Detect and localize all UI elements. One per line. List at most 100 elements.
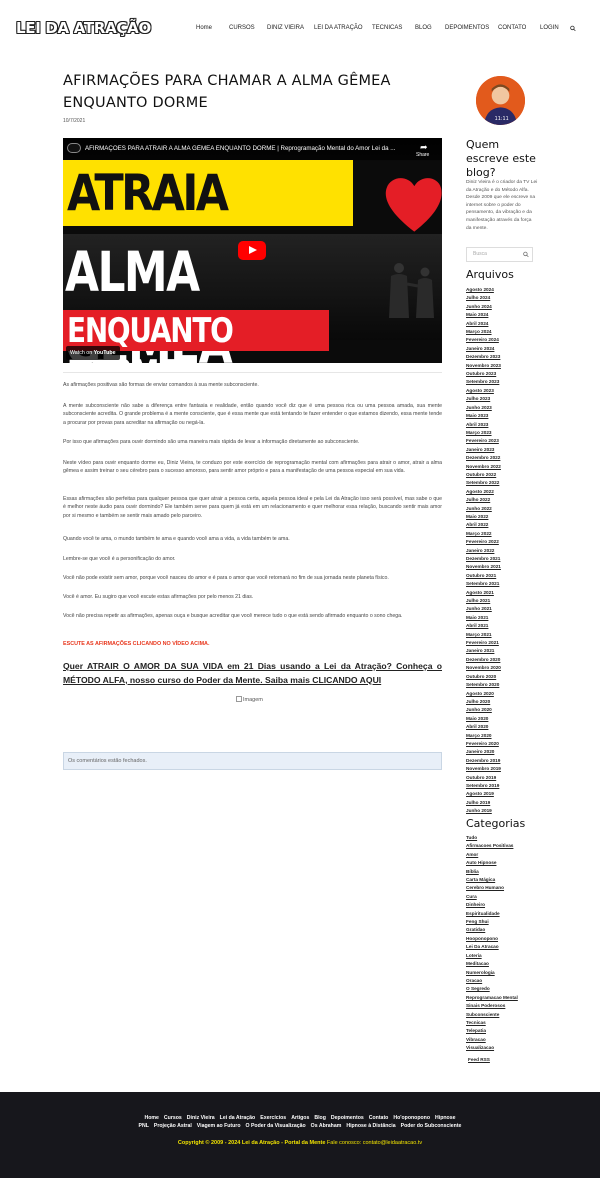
category-link[interactable]: Telepatia (466, 1027, 518, 1035)
category-link[interactable]: Tecnicas (466, 1019, 518, 1027)
archive-link[interactable]: Setembro 2021 (466, 580, 501, 588)
category-link[interactable]: Visualizacao (466, 1044, 518, 1052)
archive-link[interactable]: Setembro 2019 (466, 782, 501, 790)
archive-link[interactable]: Novembro 2019 (466, 765, 501, 773)
archive-link[interactable]: Janeiro 2022 (466, 547, 501, 555)
category-link[interactable]: Amor (466, 851, 518, 859)
footer-link[interactable]: Hipnose (435, 1115, 455, 1121)
archive-link[interactable]: Fevereiro 2022 (466, 538, 501, 546)
footer-link[interactable]: Artigos (291, 1115, 309, 1121)
category-link[interactable]: Carta Mágica (466, 876, 518, 884)
archive-link[interactable]: Agosto 2019 (466, 790, 501, 798)
category-link[interactable]: Numerologia (466, 969, 518, 977)
archive-link[interactable]: Março 2021 (466, 631, 501, 639)
archive-link[interactable]: Junho 2021 (466, 605, 501, 613)
archive-link[interactable]: Outubro 2023 (466, 370, 501, 378)
archive-link[interactable]: Janeiro 2020 (466, 748, 501, 756)
category-link[interactable]: Hooponopono (466, 935, 518, 943)
archive-link[interactable]: Outubro 2020 (466, 673, 501, 681)
category-link[interactable]: Gratidao (466, 926, 518, 934)
archive-link[interactable]: Julho 2024 (466, 294, 501, 302)
category-link[interactable]: Reprogramacao Mental (466, 994, 518, 1002)
archive-link[interactable]: Outubro 2021 (466, 572, 501, 580)
archive-link[interactable]: Dezembro 2019 (466, 757, 501, 765)
feed-rss-link[interactable]: Feed RSS (468, 1057, 490, 1062)
archive-link[interactable]: Maio 2021 (466, 614, 501, 622)
archive-link[interactable]: Fevereiro 2023 (466, 437, 501, 445)
archive-link[interactable]: Abril 2024 (466, 320, 501, 328)
channel-avatar-icon[interactable] (67, 143, 81, 153)
archive-link[interactable]: Dezembro 2023 (466, 353, 501, 361)
archive-link[interactable]: Junho 2023 (466, 404, 501, 412)
category-link[interactable]: Cerebro Humano (466, 884, 518, 892)
archive-link[interactable]: Agosto 2021 (466, 589, 501, 597)
archive-link[interactable]: Maio 2022 (466, 513, 501, 521)
archive-link[interactable]: Março 2020 (466, 732, 501, 740)
watch-on-youtube-button[interactable]: Watch on YouTube (66, 346, 120, 360)
category-link[interactable]: Auto Hipnose (466, 859, 518, 867)
category-link[interactable]: Vibracao (466, 1036, 518, 1044)
archive-link[interactable]: Março 2024 (466, 328, 501, 336)
category-link[interactable]: Meditacao (466, 960, 518, 968)
nav-lei-da-atracao[interactable]: LEI DA ATRAÇÃO (314, 25, 363, 31)
nav-blog[interactable]: BLOG (415, 25, 432, 31)
archive-link[interactable]: Junho 2024 (466, 303, 501, 311)
archive-link[interactable]: Maio 2024 (466, 311, 501, 319)
archive-link[interactable]: Abril 2020 (466, 723, 501, 731)
archive-link[interactable]: Janeiro 2024 (466, 345, 501, 353)
archive-link[interactable]: Março 2023 (466, 429, 501, 437)
nav-contato[interactable]: CONTATO (498, 25, 526, 31)
contact-email[interactable]: Fale conosco: contato@leidaatracao.tv (325, 1140, 422, 1146)
category-link[interactable]: Lei Da Atracao (466, 943, 518, 951)
footer-link[interactable]: PNL (139, 1123, 149, 1129)
archive-link[interactable]: Outubro 2022 (466, 471, 501, 479)
archive-link[interactable]: Novembro 2020 (466, 664, 501, 672)
archive-link[interactable]: Julho 2022 (466, 496, 501, 504)
search-icon[interactable] (523, 251, 529, 258)
archive-link[interactable]: Maio 2020 (466, 715, 501, 723)
category-link[interactable]: Sinais Poderosos (466, 1002, 518, 1010)
archive-link[interactable]: Maio 2023 (466, 412, 501, 420)
archive-link[interactable]: Novembro 2021 (466, 563, 501, 571)
archive-link[interactable]: Março 2022 (466, 530, 501, 538)
archive-link[interactable]: Setembro 2023 (466, 378, 501, 386)
archive-link[interactable]: Agosto 2023 (466, 387, 501, 395)
archive-link[interactable]: Novembro 2023 (466, 362, 501, 370)
archive-link[interactable]: Setembro 2022 (466, 479, 501, 487)
category-link[interactable]: Feng Shui (466, 918, 518, 926)
archive-link[interactable]: Junho 2022 (466, 505, 501, 513)
archive-link[interactable]: Abril 2023 (466, 421, 501, 429)
category-link[interactable]: Oracao (466, 977, 518, 985)
footer-link[interactable]: Viagem ao Futuro (197, 1123, 241, 1129)
footer-link[interactable]: Os Abraham (311, 1123, 342, 1129)
share-label[interactable]: Share (416, 152, 429, 158)
archive-link[interactable]: Agosto 2024 (466, 286, 501, 294)
footer-link[interactable]: O Poder da Visualização (246, 1123, 306, 1129)
category-link[interactable]: Bíblia (466, 868, 518, 876)
nav-login[interactable]: LOGIN (540, 25, 559, 31)
category-link[interactable]: Subconsciente (466, 1011, 518, 1019)
footer-link[interactable]: Ho'oponopono (393, 1115, 430, 1121)
archive-link[interactable]: Junho 2019 (466, 807, 501, 815)
category-link[interactable]: Espiritualidade (466, 910, 518, 918)
search-icon[interactable] (570, 25, 576, 32)
archive-link[interactable]: Fevereiro 2021 (466, 639, 501, 647)
nav-home[interactable]: Home (196, 25, 212, 31)
nav-diniz-vieira[interactable]: DINIZ VIEIRA (267, 25, 304, 31)
archive-link[interactable]: Agosto 2020 (466, 690, 501, 698)
archive-link[interactable]: Outubro 2019 (466, 774, 501, 782)
metodo-alfa-cta-link[interactable]: Quer ATRAIR O AMOR DA SUA VIDA em 21 Dia… (63, 660, 442, 687)
archive-link[interactable]: Julho 2019 (466, 799, 501, 807)
archive-link[interactable]: Setembro 2020 (466, 681, 501, 689)
footer-link[interactable]: Poder do Subconsciente (401, 1123, 462, 1129)
category-link[interactable]: Dinheiro (466, 901, 518, 909)
archive-link[interactable]: Dezembro 2020 (466, 656, 501, 664)
category-link[interactable]: O Segredo (466, 985, 518, 993)
archive-link[interactable]: Dezembro 2021 (466, 555, 501, 563)
play-button-icon[interactable] (238, 241, 266, 260)
nav-cursos[interactable]: CURSOS (229, 25, 255, 31)
archive-link[interactable]: Julho 2021 (466, 597, 501, 605)
footer-link[interactable]: Exercícios (260, 1115, 286, 1121)
footer-link[interactable]: Home (145, 1115, 159, 1121)
category-link[interactable]: Tudo (466, 834, 518, 842)
